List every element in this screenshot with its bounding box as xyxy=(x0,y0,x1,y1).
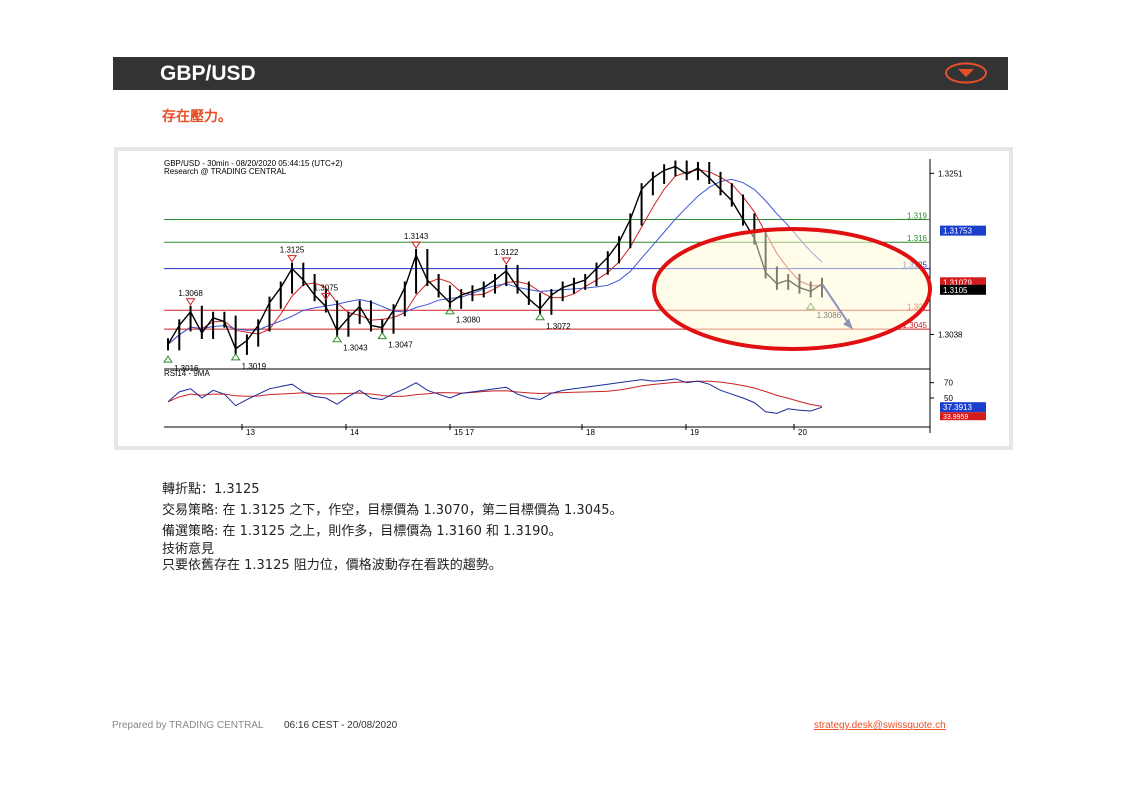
time-tick-label: 19 xyxy=(690,428,699,437)
commentary-title: 技術意見 xyxy=(162,542,215,557)
rsi-tick-label: 70 xyxy=(944,379,953,388)
price-tick-label: 1.3038 xyxy=(938,330,963,339)
time-tick-label: 20 xyxy=(798,428,807,437)
level-label: 1.316 xyxy=(907,234,928,243)
prepared-by: Prepared by TRADING CENTRAL xyxy=(112,720,264,731)
rsi-ma-line xyxy=(167,380,823,407)
swing-high-marker xyxy=(185,298,196,306)
page-title: GBP/USD xyxy=(160,62,256,85)
swing-high-label: 1.3125 xyxy=(280,246,305,255)
swing-low-label: 1.3043 xyxy=(343,344,368,353)
pivot-point: 轉折點：1.3125 xyxy=(162,482,260,497)
time-tick-label: 18 xyxy=(586,428,595,437)
swing-high-label: 1.3143 xyxy=(404,232,429,241)
chart-frame: GBP/USD - 30min - 08/20/2020 05:44:15 (U… xyxy=(114,147,1013,450)
chevron-down-icon xyxy=(958,69,974,77)
contact-email-link[interactable]: strategy.desk@swissquote.ch xyxy=(814,720,946,731)
chart-subtitle: Research @ TRADING CENTRAL xyxy=(164,167,287,176)
swing-low-marker xyxy=(377,331,388,340)
swing-low-label: 1.3019 xyxy=(242,362,267,371)
swing-low-label: 1.3047 xyxy=(388,341,413,350)
rsi-label: RSI14 - 9MA xyxy=(164,369,210,378)
chart-area: GBP/USD - 30min - 08/20/2020 05:44:15 (U… xyxy=(118,151,1009,446)
swing-high-marker xyxy=(501,257,512,265)
rsi-value-label: 37.3913 xyxy=(943,403,972,412)
chart-svg: GBP/USD - 30min - 08/20/2020 05:44:15 (U… xyxy=(163,159,986,437)
rsi-line xyxy=(167,378,823,414)
header-bar: GBP/USD xyxy=(113,57,1008,90)
swing-high-marker xyxy=(287,255,297,263)
rsi-ma-label: 33.9959 xyxy=(943,414,968,421)
swing-low-marker xyxy=(535,312,546,321)
notes-section: 轉折點：1.3125 交易策略: 在 1.3125 之下，作空，目標價為 1.3… xyxy=(162,479,623,574)
swing-high-label: 1.3122 xyxy=(494,248,519,257)
highlight-ellipse xyxy=(652,227,932,351)
swing-low-marker xyxy=(332,334,343,343)
commentary-text: 只要依舊存在 1.3125 阻力位，價格波動存在看跌的趨勢。 xyxy=(162,558,502,573)
time-tick-label: 15 17 xyxy=(454,428,475,437)
swing-high-label: 1.3068 xyxy=(178,289,203,298)
swing-low-marker xyxy=(163,355,173,363)
swing-high-label: 1.3075 xyxy=(314,283,339,292)
rsi-tick-label: 50 xyxy=(944,394,953,403)
level-label: 1.319 xyxy=(907,212,928,221)
swing-low-marker xyxy=(230,352,241,361)
report-time: 06:16 CEST - 20/08/2020 xyxy=(284,720,398,731)
dropdown-menu-button[interactable] xyxy=(944,62,988,84)
price-tag-label: 1.3105 xyxy=(943,286,968,295)
time-tick-label: 14 xyxy=(350,428,359,437)
price-tick-label: 1.3251 xyxy=(938,169,963,178)
swing-high-marker xyxy=(411,241,422,249)
alternative-strategy: 備選策略: 在 1.3125 之上，則作多，目標價為 1.3160 和 1.31… xyxy=(162,524,562,539)
swing-low-label: 1.3080 xyxy=(456,316,481,325)
trading-strategy: 交易策略: 在 1.3125 之下，作空，目標價為 1.3070，第二目標價為 … xyxy=(162,503,623,518)
time-tick-label: 13 xyxy=(246,428,255,437)
swing-low-label: 1.3072 xyxy=(546,322,571,331)
headline: 存在壓力。 xyxy=(162,109,232,125)
price-tag-label: 1.31753 xyxy=(943,227,972,236)
